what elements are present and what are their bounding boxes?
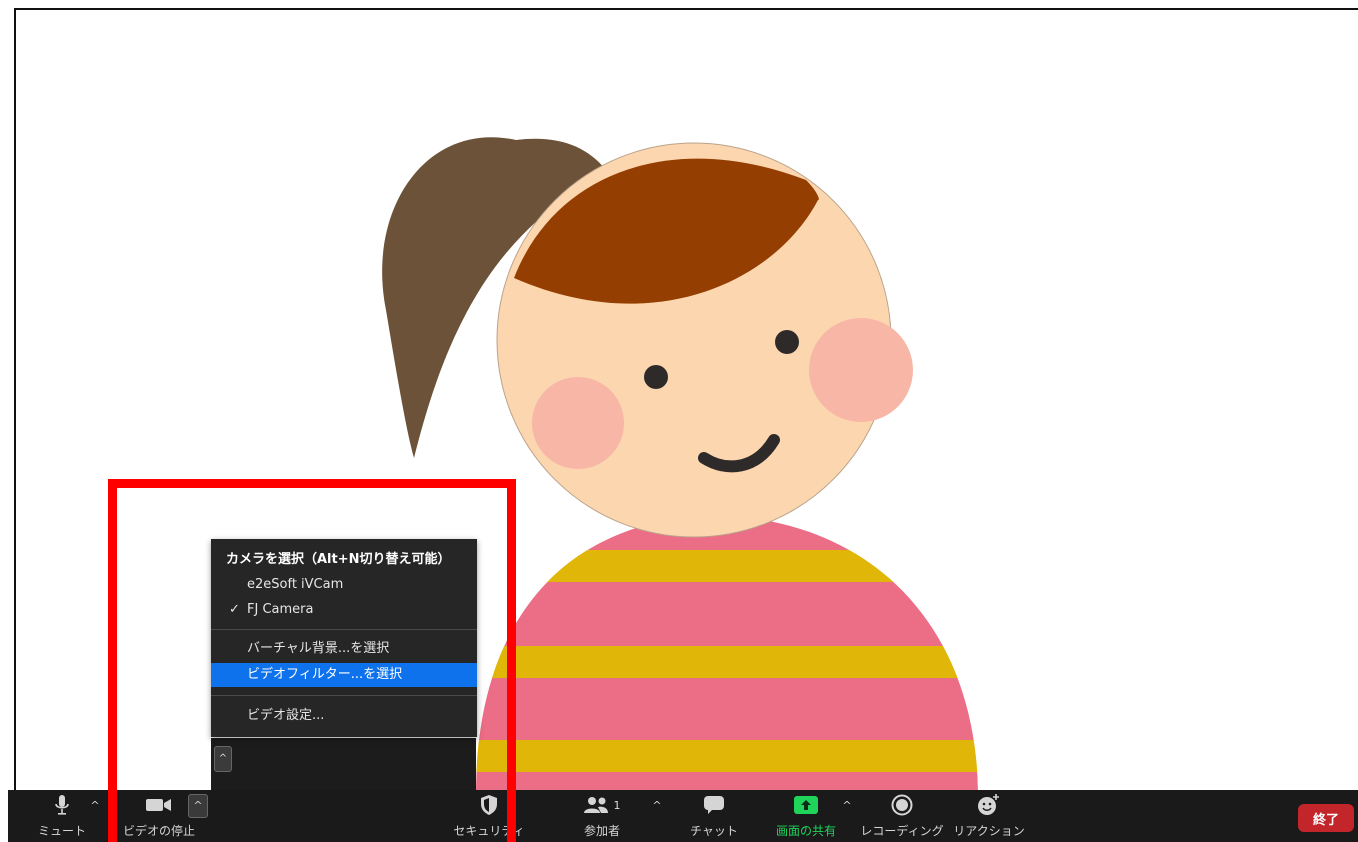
checkmark-icon: ✓: [229, 602, 240, 617]
stop-video-label: ビデオの停止: [122, 824, 195, 838]
stripe: [478, 646, 968, 678]
stripe: [476, 740, 978, 772]
microphone-icon: [54, 790, 70, 820]
people-icon: 1: [583, 790, 621, 820]
cheek: [532, 377, 624, 469]
menu-item-virtual-background[interactable]: バーチャル背景...を選択: [211, 637, 477, 661]
participants-options-chevron-up-icon[interactable]: ^: [650, 798, 664, 814]
security-button[interactable]: セキュリティ: [453, 790, 525, 842]
eye: [775, 330, 799, 354]
share-screen-label: 画面の共有: [775, 824, 836, 838]
mute-button[interactable]: ミュート: [34, 790, 90, 842]
self-view-panel: ^: [211, 738, 476, 790]
menu-item-label: ビデオフィルター...を選択: [247, 667, 403, 682]
recording-label: レコーディング: [860, 824, 944, 838]
video-camera-icon: [146, 790, 172, 820]
menu-item-video-filter[interactable]: ビデオフィルター...を選択: [211, 663, 477, 687]
shield-icon: [480, 790, 498, 820]
thumbnail-toggle-chevron-icon[interactable]: ^: [214, 746, 232, 772]
menu-item-label: e2eSoft iVCam: [247, 577, 344, 592]
eye: [644, 365, 668, 389]
menu-item-camera-fj[interactable]: ✓ FJ Camera: [211, 598, 477, 622]
end-meeting-button[interactable]: 終了: [1298, 804, 1354, 832]
camera-select-menu: カメラを選択（Alt+N切り替え可能） e2eSoft iVCam ✓ FJ C…: [211, 539, 477, 737]
participants-label: 参加者: [583, 824, 620, 838]
share-options-chevron-up-icon[interactable]: ^: [840, 798, 854, 814]
share-arrow-icon: [793, 790, 819, 820]
menu-item-label: ビデオ設定...: [247, 708, 325, 723]
reactions-button[interactable]: リアクション: [953, 790, 1025, 842]
smiley-plus-icon: [977, 790, 1001, 820]
meeting-toolbar: ミュート ^ ビデオの停止 ^ セキュリティ 1 参加者 ^ チャット 画面の共…: [8, 790, 1358, 842]
menu-divider: [211, 695, 477, 696]
menu-item-video-settings[interactable]: ビデオ設定...: [211, 704, 477, 728]
security-label: セキュリティ: [453, 824, 525, 838]
record-icon: [891, 790, 913, 820]
chat-bubble-icon: [703, 790, 725, 820]
share-screen-button[interactable]: 画面の共有: [768, 790, 844, 842]
video-options-chevron-up-icon[interactable]: ^: [188, 794, 208, 818]
menu-divider: [211, 629, 477, 630]
reactions-label: リアクション: [953, 824, 1025, 838]
participants-count: 1: [613, 798, 621, 812]
menu-item-camera-ivcam[interactable]: e2eSoft iVCam: [211, 573, 477, 597]
chat-label: チャット: [690, 824, 738, 838]
audio-options-chevron-up-icon[interactable]: ^: [88, 798, 102, 814]
menu-item-label: FJ Camera: [247, 602, 314, 617]
participants-button[interactable]: 1 参加者: [574, 790, 630, 842]
menu-heading: カメラを選択（Alt+N切り替え可能）: [226, 552, 451, 567]
recording-button[interactable]: レコーディング: [860, 790, 944, 842]
chat-button[interactable]: チャット: [686, 790, 742, 842]
cheek: [809, 318, 913, 422]
menu-item-label: バーチャル背景...を選択: [247, 641, 390, 656]
mute-label: ミュート: [37, 824, 86, 838]
